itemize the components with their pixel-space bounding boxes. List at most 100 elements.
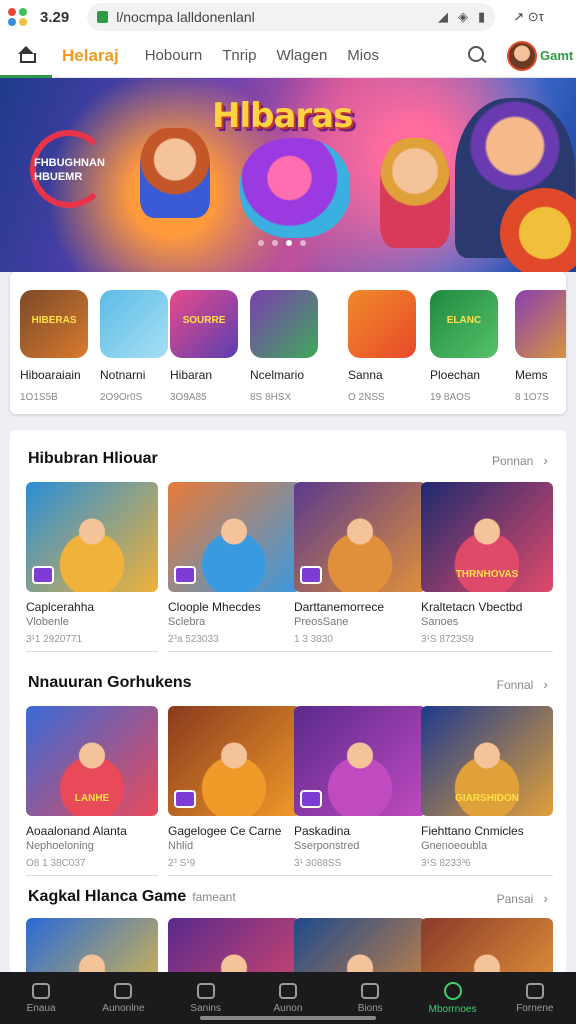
promo-text: FHBUGHNAN HBUEMR bbox=[34, 157, 105, 183]
card-title: Caplcerahha bbox=[26, 600, 95, 614]
app-name: Ploechan bbox=[430, 368, 481, 382]
game-card[interactable]: Cloople Mhecdes Sclebra 2³a 523033 bbox=[168, 482, 300, 652]
card-meta: 3¹S 8723S9 bbox=[421, 634, 553, 652]
bottom-nav-label: Sanins bbox=[190, 1002, 221, 1014]
bottom-nav-item[interactable]: Mborrnoes bbox=[411, 972, 493, 1024]
home-indicator bbox=[200, 1016, 376, 1020]
card-subtitle: Vlobenle bbox=[26, 616, 69, 628]
app-item[interactable]: HIBERAS Hiboaraiain 1O1S5B bbox=[20, 290, 100, 403]
hero-creature bbox=[240, 138, 350, 238]
carousel-dot[interactable] bbox=[300, 240, 306, 246]
url-text: l/nocmpa lalldonenlanl bbox=[116, 9, 255, 25]
app-name: Mems bbox=[515, 368, 548, 382]
app-logo-icon bbox=[8, 8, 30, 26]
game-thumbnail bbox=[294, 482, 426, 592]
url-bar[interactable]: l/nocmpa lalldonenlanl ◢ ◈ ▮ bbox=[87, 3, 496, 31]
app-item[interactable]: Sanna O 2NSS bbox=[348, 290, 428, 403]
game-thumbnail bbox=[168, 482, 300, 592]
carousel-dots bbox=[258, 240, 306, 246]
status-bar: 3.29 l/nocmpa lalldonenlanl ◢ ◈ ▮ ↗ ⊙τ bbox=[0, 0, 576, 34]
game-card[interactable]: Darttanemorrece PreosSane 1 3 3830 bbox=[294, 482, 426, 652]
chevron-right-icon: › bbox=[543, 890, 548, 906]
app-icon bbox=[348, 290, 416, 358]
chevron-right-icon: › bbox=[543, 676, 548, 692]
card-meta: 1 3 3830 bbox=[294, 634, 426, 652]
shield-icon: ◈ bbox=[458, 9, 469, 24]
search-icon[interactable] bbox=[467, 45, 487, 65]
app-name: Notnarni bbox=[100, 368, 146, 382]
game-card[interactable]: Paskadina Sserponstred 3¹ 3088SS bbox=[294, 706, 426, 876]
game-badge-icon bbox=[174, 790, 196, 808]
nav-tab-2[interactable]: Tnrip bbox=[222, 47, 256, 64]
list-icon bbox=[196, 982, 215, 999]
app-name: Hibaran bbox=[170, 368, 213, 382]
app-item[interactable]: SOURRE Hibaran 3O9A85 bbox=[170, 290, 250, 403]
nav-tab-4[interactable]: Mios bbox=[347, 47, 379, 64]
signal-icon: ◢ bbox=[438, 9, 449, 24]
card-subtitle: Nhlid bbox=[168, 840, 194, 852]
section-title-text: Nnauuran Gorhukens bbox=[28, 674, 192, 691]
user-name[interactable]: Gamt bbox=[540, 48, 573, 63]
bottom-nav-label: Mborrnoes bbox=[428, 1003, 477, 1015]
card-subtitle: Sserponstred bbox=[294, 840, 360, 852]
game-card[interactable]: Gagelogee Ce Carne Nhlid 2³ S¹9 bbox=[168, 706, 300, 876]
bottom-nav-item[interactable]: Enaua bbox=[0, 972, 82, 1024]
thumbnail-label: LANHE bbox=[74, 793, 110, 804]
card-title: Aoaalonand Alanta bbox=[26, 824, 127, 838]
clock: 3.29 bbox=[40, 8, 70, 26]
tab-home[interactable] bbox=[0, 34, 52, 78]
lock-icon bbox=[97, 11, 109, 23]
battery-icon: ▮ bbox=[478, 9, 486, 24]
nav-tab-1[interactable]: Hobourn bbox=[145, 47, 203, 64]
section-title-text: Hibubran Hliouar bbox=[28, 450, 158, 467]
app-meta: 8S 8HSX bbox=[250, 392, 292, 403]
app-meta: 2O9Or0S bbox=[100, 392, 143, 403]
brand-tab[interactable]: Helaraj bbox=[62, 46, 119, 66]
section-more-link[interactable]: Pansai › bbox=[497, 890, 548, 906]
carousel-dot[interactable] bbox=[272, 240, 278, 246]
app-name: Ncelmario bbox=[250, 368, 305, 382]
app-icon-label: ELANC bbox=[446, 315, 482, 326]
app-meta: O 2NSS bbox=[348, 392, 385, 403]
section-more-link[interactable]: Ponnan › bbox=[492, 452, 548, 468]
game-badge-icon bbox=[174, 566, 196, 584]
app-item[interactable]: ELANC Ploechan 19 8AOS bbox=[430, 290, 510, 403]
carousel-dot[interactable] bbox=[286, 240, 292, 246]
app-icon-label: SOURRE bbox=[182, 315, 226, 326]
game-thumbnail bbox=[168, 706, 300, 816]
bottom-nav-item[interactable]: Fornene bbox=[494, 972, 576, 1024]
card-meta: 2³ S¹9 bbox=[168, 858, 300, 876]
app-item[interactable]: Mems 8 1O7S bbox=[515, 290, 566, 403]
card-title: Fiehttano Cnmicles bbox=[421, 824, 524, 838]
app-icon: SOURRE bbox=[170, 290, 238, 358]
avatar[interactable] bbox=[507, 41, 537, 71]
bottom-nav-label: Aunon bbox=[273, 1002, 303, 1014]
card-meta: 3¹1 2920771 bbox=[26, 634, 158, 652]
status-right: ↗ ⊙τ bbox=[513, 9, 544, 24]
bottom-nav-label: Enaua bbox=[26, 1002, 56, 1014]
app-name: Sanna bbox=[348, 368, 383, 382]
profile-icon bbox=[525, 982, 544, 999]
chevron-right-icon: › bbox=[543, 452, 548, 468]
bottom-nav-label: Fornene bbox=[516, 1002, 554, 1014]
section-more-link[interactable]: Fonnal › bbox=[497, 676, 548, 692]
card-title: Kraltetacn Vbectbd bbox=[421, 600, 523, 614]
hero-character-left bbox=[140, 128, 210, 218]
game-thumbnail: THRNHOVAS bbox=[421, 482, 553, 592]
hero-banner[interactable]: Hlbaras FHBUGHNAN HBUEMR bbox=[0, 78, 576, 272]
chat-icon bbox=[361, 982, 380, 999]
game-card[interactable]: THRNHOVAS Kraltetacn Vbectbd Sanoes 3¹S 872… bbox=[421, 482, 553, 652]
game-card[interactable]: GIARSHIDON Fiehttano Cnmicles Gnenoeoubla 3… bbox=[421, 706, 553, 876]
bottom-nav-item[interactable]: Aunonlne bbox=[82, 972, 164, 1024]
app-meta: 1O1S5B bbox=[20, 392, 58, 403]
nav-tab-3[interactable]: Wlagen bbox=[276, 47, 327, 64]
app-item[interactable]: Notnarni 2O9Or0S bbox=[100, 290, 180, 403]
carousel-dot[interactable] bbox=[258, 240, 264, 246]
app-item[interactable]: Ncelmario 8S 8HSX bbox=[250, 290, 330, 403]
app-strip: HIBERAS Hiboaraiain 1O1S5B Notnarni 2O9Or0S S… bbox=[10, 272, 566, 414]
app-meta: 19 8AOS bbox=[430, 392, 471, 403]
game-card[interactable]: Caplcerahha Vlobenle 3¹1 2920771 bbox=[26, 482, 158, 652]
thumbnail-label: GIARSHIDON bbox=[455, 793, 519, 804]
card-meta: 3¹ 3088SS bbox=[294, 858, 426, 876]
game-card[interactable]: LANHE Aoaalonand Alanta Nephoeloning O8 1 3… bbox=[26, 706, 158, 876]
